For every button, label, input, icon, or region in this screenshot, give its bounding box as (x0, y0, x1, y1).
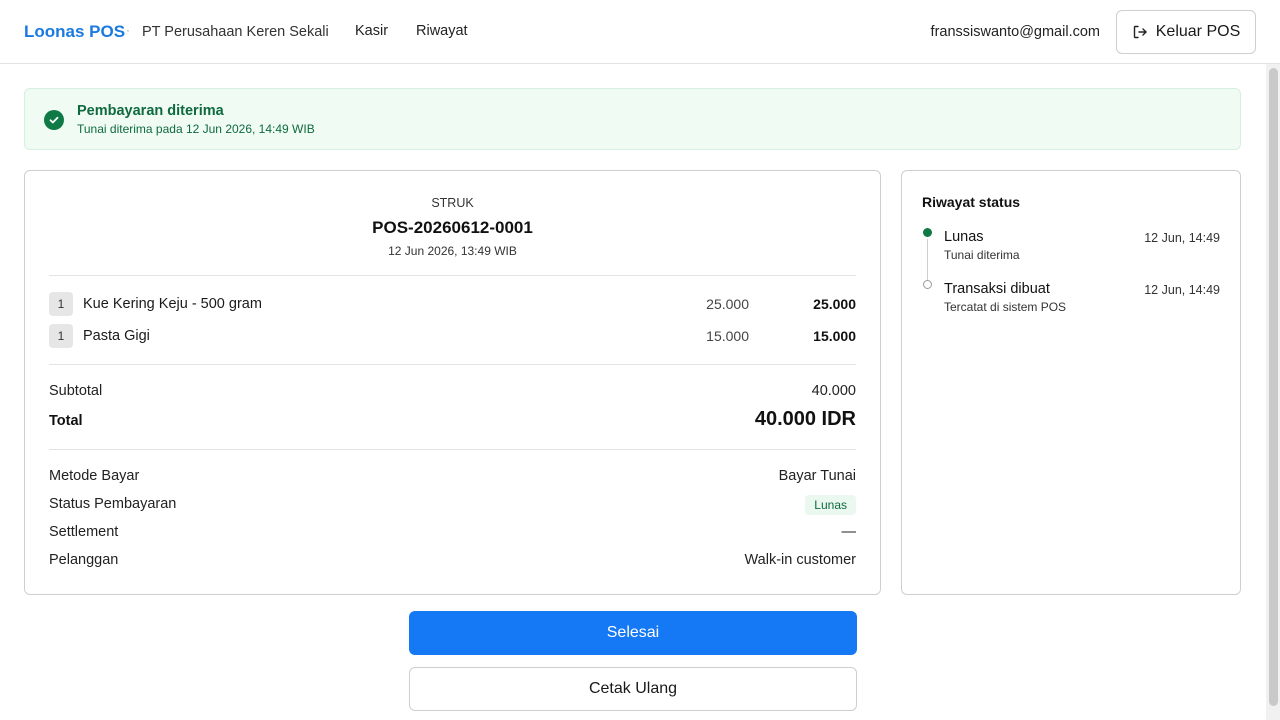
alert-subtitle: Tunai diterima pada 12 Jun 2026, 14:49 W… (77, 122, 315, 136)
timeline-entry-subtitle: Tercatat di sistem POS (944, 300, 1067, 314)
logout-icon (1133, 25, 1147, 39)
total-value: 40.000 IDR (754, 408, 856, 430)
payment-method-label: Metode Bayar (49, 468, 140, 484)
list-item: 1 Kue Kering Keju - 500 gram 25.000 25.0… (49, 292, 856, 318)
top-navbar: Loonas POS · PT Perusahaan Keren Sekali … (0, 0, 1280, 64)
payment-method-value: Bayar Tunai (778, 468, 856, 484)
timeline-dot (923, 280, 932, 289)
payment-status-label: Status Pembayaran (49, 496, 177, 512)
nav-riwayat[interactable]: Riwayat (416, 23, 468, 39)
timeline-entry-time: 12 Jun, 14:49 (1144, 231, 1220, 245)
reprint-button[interactable]: Cetak Ulang (409, 667, 857, 711)
item-line-total: 15.000 (813, 328, 856, 344)
customer-value: Walk-in customer (744, 552, 856, 568)
list-item: 1 Pasta Gigi 15.000 15.000 (49, 324, 856, 350)
status-history-card: Riwayat status Lunas Tunai diterima 12 J… (901, 170, 1241, 595)
item-name: Pasta Gigi (83, 328, 150, 344)
brand-logo[interactable]: Loonas POS (24, 22, 125, 42)
check-circle-icon (44, 110, 64, 130)
timeline-entry-subtitle: Tunai diterima (944, 248, 1020, 262)
timeline-dot-active (923, 228, 932, 237)
item-unit-price: 25.000 (706, 296, 749, 312)
brand-separator: · (126, 23, 130, 37)
divider (49, 449, 856, 450)
divider (49, 364, 856, 365)
item-unit-price: 15.000 (706, 328, 749, 344)
done-button[interactable]: Selesai (409, 611, 857, 655)
status-badge: Lunas (805, 495, 856, 515)
settlement-value: — (841, 524, 857, 540)
subtotal-value: 40.000 (811, 383, 856, 399)
receipt-number: POS-20260612-0001 (372, 218, 533, 237)
timeline-entry-title: Lunas (944, 229, 984, 245)
timeline-line (927, 239, 928, 285)
total-label: Total (49, 413, 83, 429)
logout-label: Keluar POS (1155, 23, 1241, 40)
item-line-total: 25.000 (813, 296, 856, 312)
subtotal-label: Subtotal (49, 383, 103, 399)
alert-title: Pembayaran diterima (77, 103, 224, 119)
status-history-title: Riwayat status (922, 194, 1021, 210)
item-qty: 1 (49, 324, 73, 348)
item-name: Kue Kering Keju - 500 gram (83, 296, 262, 312)
divider (49, 275, 856, 276)
receipt-card: STRUK POS-20260612-0001 12 Jun 2026, 13:… (24, 170, 881, 595)
timeline-entry-time: 12 Jun, 14:49 (1144, 283, 1220, 297)
logout-button[interactable]: Keluar POS (1116, 10, 1256, 54)
receipt-datetime: 12 Jun 2026, 13:49 WIB (388, 244, 517, 258)
payment-success-alert: Pembayaran diterima Tunai diterima pada … (24, 88, 1241, 150)
user-email: franssiswanto@gmail.com (930, 24, 1100, 40)
nav-kasir[interactable]: Kasir (355, 23, 388, 39)
timeline-entry-title: Transaksi dibuat (944, 281, 1050, 297)
customer-label: Pelanggan (49, 552, 119, 568)
company-name: PT Perusahaan Keren Sekali (142, 24, 329, 40)
settlement-label: Settlement (49, 524, 119, 540)
scrollbar-thumb[interactable] (1269, 68, 1278, 706)
item-qty: 1 (49, 292, 73, 316)
receipt-label: STRUK (431, 196, 474, 210)
